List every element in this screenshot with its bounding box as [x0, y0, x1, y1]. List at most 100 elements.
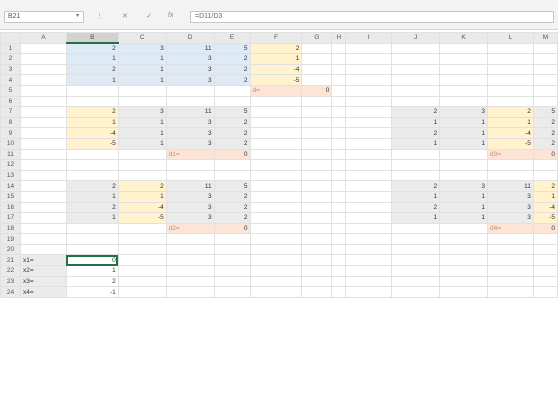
cell-b23[interactable]: 2 — [65, 275, 119, 288]
cell-g19[interactable] — [301, 233, 333, 245]
cell-a7[interactable] — [19, 106, 67, 118]
select-all-corner[interactable] — [0, 32, 21, 44]
cell-i10[interactable] — [345, 137, 393, 150]
cell-j5[interactable] — [391, 84, 441, 97]
name-box[interactable]: B21 — [4, 11, 84, 23]
cell-h8[interactable] — [331, 116, 347, 129]
cell-a12[interactable] — [19, 159, 67, 171]
cell-h2[interactable] — [331, 53, 347, 65]
cell-m17[interactable]: -5 — [532, 212, 558, 224]
cell-a11[interactable] — [19, 148, 67, 161]
cell-f21[interactable] — [249, 254, 303, 267]
cell-l6[interactable] — [487, 95, 534, 108]
cell-m20[interactable] — [532, 243, 558, 256]
cell-g22[interactable] — [301, 265, 333, 277]
cell-j23[interactable] — [391, 275, 441, 288]
cell-b6[interactable] — [65, 95, 119, 108]
cell-h19[interactable] — [331, 233, 347, 245]
cell-d21[interactable] — [165, 254, 215, 267]
cell-k20[interactable] — [439, 243, 488, 256]
cell-j20[interactable] — [391, 243, 441, 256]
cell-b11[interactable] — [65, 148, 119, 161]
row-header-7[interactable]: 7 — [0, 106, 21, 118]
row-header-3[interactable]: 3 — [0, 63, 21, 76]
cell-m24[interactable] — [532, 286, 558, 298]
row-header-11[interactable]: 11 — [0, 148, 21, 161]
cell-m4[interactable] — [532, 74, 558, 86]
insert-function-icon[interactable]: fx — [168, 12, 173, 19]
row-header-14[interactable]: 14 — [0, 180, 21, 192]
cell-m5[interactable] — [532, 84, 558, 97]
cell-m16[interactable]: -4 — [532, 201, 558, 214]
cell-l13[interactable] — [487, 169, 534, 182]
cell-b2[interactable]: 1 — [65, 53, 119, 65]
row-header-24[interactable]: 24 — [0, 286, 21, 298]
cell-a8[interactable] — [19, 116, 67, 129]
cell-d5[interactable] — [165, 84, 215, 97]
cell-g12[interactable] — [301, 159, 333, 171]
cell-l10[interactable]: -5 — [487, 137, 534, 150]
cell-g16[interactable] — [301, 201, 333, 214]
cell-g24[interactable] — [301, 286, 333, 298]
cell-h20[interactable] — [331, 243, 347, 256]
row-header-13[interactable]: 13 — [0, 169, 21, 182]
cell-c10[interactable]: 1 — [117, 137, 167, 150]
cell-b14[interactable]: 2 — [65, 180, 119, 192]
cell-h23[interactable] — [331, 275, 347, 288]
cell-e1[interactable]: 5 — [213, 42, 251, 55]
cell-f14[interactable] — [249, 180, 303, 192]
cell-k11[interactable] — [439, 148, 488, 161]
cell-m7[interactable]: 5 — [532, 106, 558, 118]
cell-c8[interactable]: 1 — [117, 116, 167, 129]
cell-f13[interactable] — [249, 169, 303, 182]
cell-j14[interactable]: 2 — [391, 180, 441, 192]
cell-a17[interactable] — [19, 212, 67, 224]
cell-a3[interactable] — [19, 63, 67, 76]
row-header-15[interactable]: 15 — [0, 190, 21, 203]
cell-b8[interactable]: 1 — [65, 116, 119, 129]
cell-i22[interactable] — [345, 265, 393, 277]
cell-c21[interactable] — [117, 254, 167, 267]
cell-g15[interactable] — [301, 190, 333, 203]
column-header-e[interactable]: E — [213, 32, 251, 44]
cell-b16[interactable]: 2 — [65, 201, 119, 214]
cell-g11[interactable] — [301, 148, 333, 161]
cell-k23[interactable] — [439, 275, 488, 288]
worksheet-grid[interactable]: ABCDEFGHIJKLM 1 2 3 11 5 2 2 1 1 3 2 1 3 2 1 3 2 -4 4 1 1 3 2-… — [0, 32, 558, 298]
cell-e24[interactable] — [213, 286, 251, 298]
cell-d8[interactable]: 3 — [165, 116, 215, 129]
column-header-i[interactable]: I — [345, 32, 393, 44]
cell-f6[interactable] — [249, 95, 303, 108]
cell-k4[interactable] — [439, 74, 488, 86]
cell-k7[interactable]: 3 — [439, 106, 488, 118]
cell-j12[interactable] — [391, 159, 441, 171]
cell-m19[interactable] — [532, 233, 558, 245]
cell-b21[interactable]: 0 — [65, 254, 119, 267]
cell-c3[interactable]: 1 — [117, 63, 167, 76]
row-header-17[interactable]: 17 — [0, 212, 21, 224]
cell-a9[interactable] — [19, 127, 67, 139]
column-header-m[interactable]: M — [532, 32, 558, 44]
cell-j16[interactable]: 2 — [391, 201, 441, 214]
cell-j13[interactable] — [391, 169, 441, 182]
cell-e12[interactable] — [213, 159, 251, 171]
cell-e3[interactable]: 2 — [213, 63, 251, 76]
cell-l22[interactable] — [487, 265, 534, 277]
cell-d9[interactable]: 3 — [165, 127, 215, 139]
cell-a18[interactable] — [19, 222, 67, 235]
column-header-f[interactable]: F — [249, 32, 303, 44]
cell-g7[interactable] — [301, 106, 333, 118]
cell-k13[interactable] — [439, 169, 488, 182]
cell-d13[interactable] — [165, 169, 215, 182]
cell-f8[interactable] — [249, 116, 303, 129]
cell-l12[interactable] — [487, 159, 534, 171]
cell-b18[interactable] — [65, 222, 119, 235]
cell-a5[interactable] — [19, 84, 67, 97]
cell-l20[interactable] — [487, 243, 534, 256]
cell-a20[interactable] — [19, 243, 67, 256]
cell-k14[interactable]: 3 — [439, 180, 488, 192]
cell-a10[interactable] — [19, 137, 67, 150]
cell-f2[interactable]: 1 — [249, 53, 303, 65]
cell-f20[interactable] — [249, 243, 303, 256]
cell-d7[interactable]: 11 — [165, 106, 215, 118]
